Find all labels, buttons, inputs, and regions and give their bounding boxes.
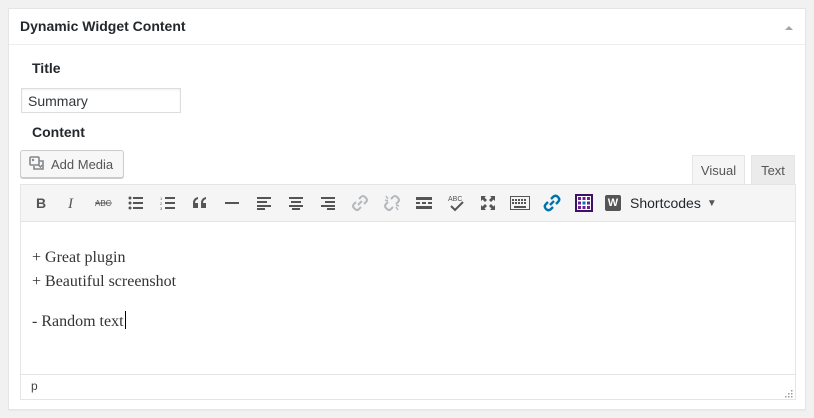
collapse-arrow-icon[interactable] [783,21,795,33]
title-label: Title [32,60,61,76]
toolbar-toggle-icon[interactable] [507,190,533,216]
content-paragraph: + Great plugin [32,249,126,266]
editor-content-area[interactable]: + Great plugin + Beautiful screenshot - … [21,222,795,374]
rich-text-editor: B I ABC 123 ABC W Shortcodes ▼ + Great p… [20,184,796,400]
title-input[interactable] [21,88,181,113]
element-path[interactable]: p [31,379,38,393]
italic-icon[interactable]: I [59,190,85,216]
content-paragraph-text: - Random text [32,313,124,330]
align-left-icon[interactable] [251,190,277,216]
numbered-list-icon[interactable]: 123 [155,190,181,216]
svg-text:ABC: ABC [448,196,462,203]
bold-icon[interactable]: B [27,190,53,216]
widget-grid-icon[interactable] [571,190,597,216]
svg-text:3: 3 [160,206,163,210]
align-center-icon[interactable] [283,190,309,216]
tab-visual[interactable]: Visual [692,155,745,185]
add-media-button[interactable]: Add Media [20,150,124,178]
add-media-icon [29,155,45,174]
spellcheck-icon[interactable]: ABC [443,190,469,216]
svg-text:B: B [36,196,46,210]
bulleted-list-icon[interactable] [123,190,149,216]
remove-link-icon[interactable] [379,190,405,216]
metabox-header[interactable]: Dynamic Widget Content [9,9,805,45]
metabox-title: Dynamic Widget Content [20,18,186,34]
widget-content-metabox: Dynamic Widget Content Title Content Add… [8,8,806,410]
text-cursor [124,311,126,329]
strikethrough-icon[interactable]: ABC [91,190,117,216]
insert-link-icon[interactable] [347,190,373,216]
blockquote-icon[interactable] [187,190,213,216]
add-media-label: Add Media [51,156,114,172]
horizontal-line-icon[interactable] [219,190,245,216]
fullscreen-icon[interactable] [475,190,501,216]
content-paragraph-last: - Random text [32,311,126,333]
link-widget-icon[interactable] [539,190,565,216]
read-more-icon[interactable] [411,190,437,216]
content-paragraph: + Beautiful screenshot [32,273,177,290]
chevron-down-icon: ▼ [706,197,717,209]
editor-toolbar: B I ABC 123 ABC W Shortcodes ▼ [21,185,795,222]
align-right-icon[interactable] [315,190,341,216]
resize-handle-icon[interactable] [783,387,793,398]
shortcodes-dropdown[interactable]: W Shortcodes ▼ [605,190,717,216]
shortcodes-label: Shortcodes [630,195,701,211]
shortcodes-w-icon: W [605,195,621,211]
tab-text[interactable]: Text [751,155,795,185]
content-label: Content [32,124,85,140]
svg-text:I: I [67,196,74,210]
editor-statusbar: p [21,374,795,399]
